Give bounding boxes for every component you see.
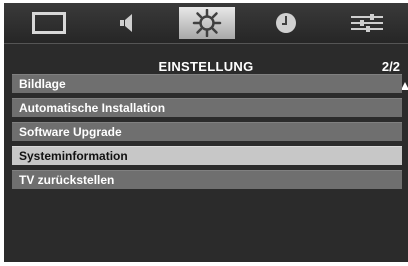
gear-icon — [192, 9, 222, 37]
menu-title: EINSTELLUNG — [158, 59, 254, 74]
tab-settings[interactable] — [179, 7, 235, 39]
screen-icon — [32, 12, 66, 34]
menu-item-tv-zurueckstellen[interactable]: TV zurückstellen — [12, 170, 402, 189]
sliders-icon — [350, 13, 384, 33]
menu-header: EINSTELLUNG 2/2 — [4, 59, 408, 75]
clock-icon — [274, 11, 298, 35]
tab-adjust[interactable] — [344, 7, 390, 39]
speaker-icon — [116, 12, 138, 34]
tab-picture[interactable] — [22, 7, 76, 39]
menu-tab-bar — [4, 3, 408, 43]
menu-item-systeminformation[interactable]: Systeminformation — [12, 146, 402, 165]
menu-item-software-upgrade[interactable]: Software Upgrade — [12, 122, 402, 141]
tab-sound[interactable] — [104, 7, 150, 39]
scroll-up-arrow-icon[interactable] — [401, 82, 408, 90]
tab-divider — [4, 43, 408, 44]
tab-timer[interactable] — [266, 7, 306, 39]
page-indicator: 2/2 — [381, 59, 400, 74]
tv-osd-menu: EINSTELLUNG 2/2 Bildlage Automatische In… — [4, 3, 408, 262]
menu-item-automatische-installation[interactable]: Automatische Installation — [12, 98, 402, 117]
menu-item-bildlage[interactable]: Bildlage — [12, 74, 402, 93]
